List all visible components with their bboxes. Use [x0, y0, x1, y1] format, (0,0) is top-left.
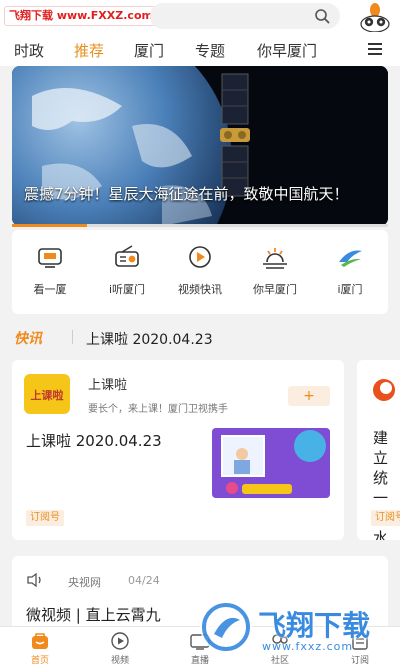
account-logo: 上课啦: [24, 374, 70, 414]
video-thumbnail: [212, 428, 330, 498]
hero-banner[interactable]: 震撼7分钟！星辰大海征途在前，致敬中国航天！: [12, 66, 388, 226]
play-circle-icon: [189, 246, 211, 268]
tab-nizao-xiamen[interactable]: 你早厦门: [257, 40, 317, 61]
tv-icon: [38, 248, 62, 268]
quick-link-nizao-xiamen[interactable]: 你早厦门: [240, 242, 310, 297]
subscription-card-partial[interactable]: 建立统一污水 订阅号: [357, 360, 400, 540]
bottom-nav-label: 视频: [110, 656, 129, 666]
news-date: 04/24: [128, 574, 160, 587]
hero-progress-bar: [12, 224, 388, 227]
quick-link-label: 看一厦: [33, 283, 67, 296]
overlay-watermark-text: 飞翔下载: [258, 609, 371, 642]
subscription-card[interactable]: 上课啦 上课啦 要长个，来上课！厦门卫视携手 + 上课啦 2020.04.23 …: [12, 360, 344, 540]
hero-progress-fill: [12, 224, 88, 227]
follow-button[interactable]: +: [288, 386, 330, 406]
subscription-tag: 订阅号: [26, 510, 64, 526]
home-icon: [32, 633, 48, 649]
search-icon[interactable]: [314, 8, 330, 24]
category-tabs: 时政 推荐 厦门 专题 你早厦门: [0, 36, 400, 66]
quick-link-label: 你早厦门: [253, 283, 297, 296]
quick-link-label: i听厦门: [108, 283, 146, 296]
tab-zhuanti[interactable]: 专题: [195, 40, 225, 61]
menu-icon[interactable]: [368, 43, 382, 55]
top-bar: 飞翔下载 www.FXXZ.com: [0, 0, 400, 36]
hero-caption: 震撼7分钟！星辰大海征途在前，致敬中国航天！: [24, 185, 349, 203]
sunrise-icon: [263, 248, 287, 269]
video-icon: [111, 632, 129, 650]
divider: [72, 330, 73, 344]
radio-icon: [115, 245, 139, 267]
tab-shizheng[interactable]: 时政: [14, 40, 44, 61]
subscription-tag: 订阅号: [371, 510, 400, 526]
quick-link-i-xiamen[interactable]: i厦门: [315, 242, 385, 297]
account-name: 上课啦: [88, 378, 128, 393]
quick-link-shipin-kuaixun[interactable]: 视频快讯: [165, 242, 235, 297]
card-title: 上课啦 2020.04.23: [26, 432, 162, 450]
site-watermark: 飞翔下载 www.FXXZ.com: [4, 6, 158, 26]
bottom-nav-video[interactable]: 视频: [90, 631, 150, 666]
quick-link-label: 视频快讯: [178, 283, 222, 296]
account-logo: [373, 379, 395, 401]
app-screen: 飞翔下载 www.FXXZ.com 时政 推荐 厦门 专题 你早厦门 震撼7分钟…: [0, 0, 400, 667]
news-flash-bar[interactable]: 快讯 上课啦 2020.04.23: [0, 322, 400, 352]
news-flash-text: 上课啦 2020.04.23: [86, 332, 213, 348]
quick-links: 看一厦 i听厦门 视频快讯 你早厦门 i厦门: [12, 230, 388, 314]
account-description: 要长个，来上课！厦门卫视携手: [88, 404, 228, 415]
news-source: 央视网: [68, 576, 101, 589]
bottom-nav-label: 首页: [30, 656, 49, 666]
tab-tuijian[interactable]: 推荐: [74, 40, 104, 61]
user-avatar-icon[interactable]: [357, 0, 393, 32]
i-xiamen-logo-icon: [339, 250, 362, 267]
quick-link-label: i厦门: [337, 283, 363, 296]
overlay-watermark-url: www.fxxz.com: [262, 640, 354, 653]
quick-link-kan-yi-xia[interactable]: 看一厦: [15, 242, 85, 297]
news-title: 微视频 | 直上云霄九: [26, 606, 161, 624]
speaker-icon[interactable]: [26, 573, 46, 587]
quick-link-i-ting-xiamen[interactable]: i听厦门: [92, 242, 162, 297]
svg-text:上课啦: 上课啦: [31, 388, 64, 402]
bottom-nav-home[interactable]: 首页: [10, 631, 70, 666]
search-input[interactable]: [150, 3, 340, 29]
tab-xiamen[interactable]: 厦门: [134, 40, 164, 61]
news-flash-logo: 快讯: [14, 331, 42, 347]
